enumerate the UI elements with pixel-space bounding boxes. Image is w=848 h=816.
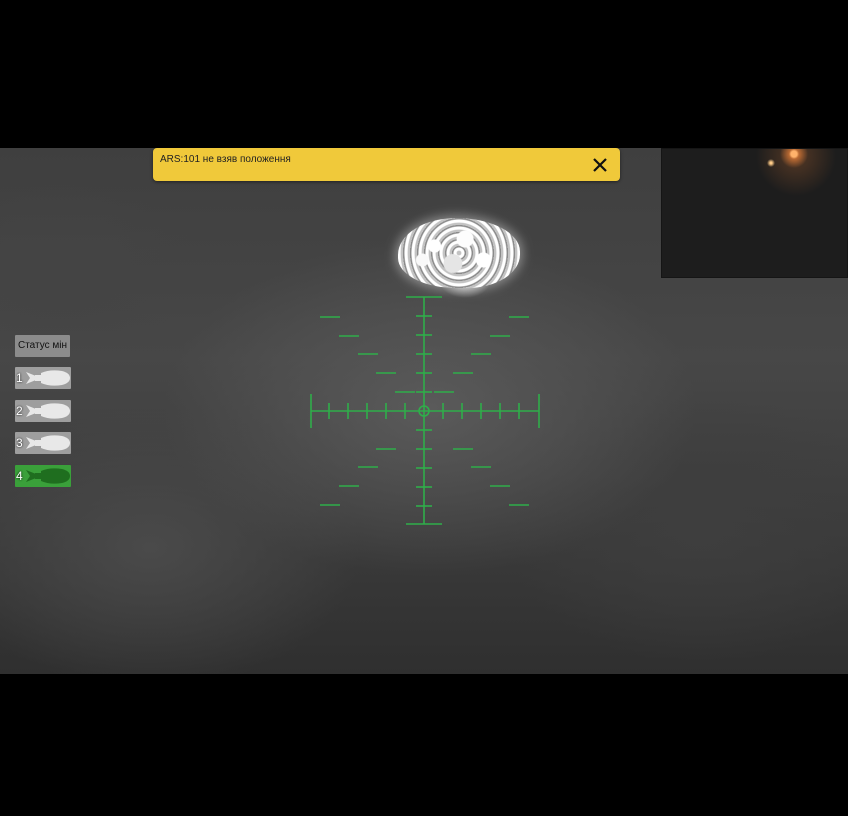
mine-slot-4[interactable]: 4: [15, 465, 71, 487]
mine-slot-number: 2: [16, 404, 23, 418]
mine-slot-number: 3: [16, 436, 23, 450]
mine-icon: [26, 435, 70, 451]
letterbox-bottom: [0, 674, 848, 816]
mine-status-title: Статус мін: [15, 335, 70, 357]
mine-icon: [26, 403, 70, 419]
mine-status-panel: Статус мін 1 2 3 4: [15, 335, 71, 487]
explosion-flash: [398, 218, 520, 288]
mine-slot-1[interactable]: 1: [15, 367, 71, 389]
close-icon[interactable]: [590, 155, 610, 175]
pip-camera-view[interactable]: [661, 148, 848, 278]
letterbox-top: [0, 0, 848, 148]
mine-icon: [26, 370, 70, 386]
mine-slot-2[interactable]: 2: [15, 400, 71, 422]
mine-slot-3[interactable]: 3: [15, 432, 71, 454]
mine-slot-number: 1: [16, 371, 23, 385]
mine-icon: [26, 468, 70, 484]
alert-message: ARS:101 не взяв положення: [160, 154, 291, 165]
alert-banner: ARS:101 не взяв положення: [153, 148, 620, 181]
mine-slot-number: 4: [16, 469, 23, 483]
